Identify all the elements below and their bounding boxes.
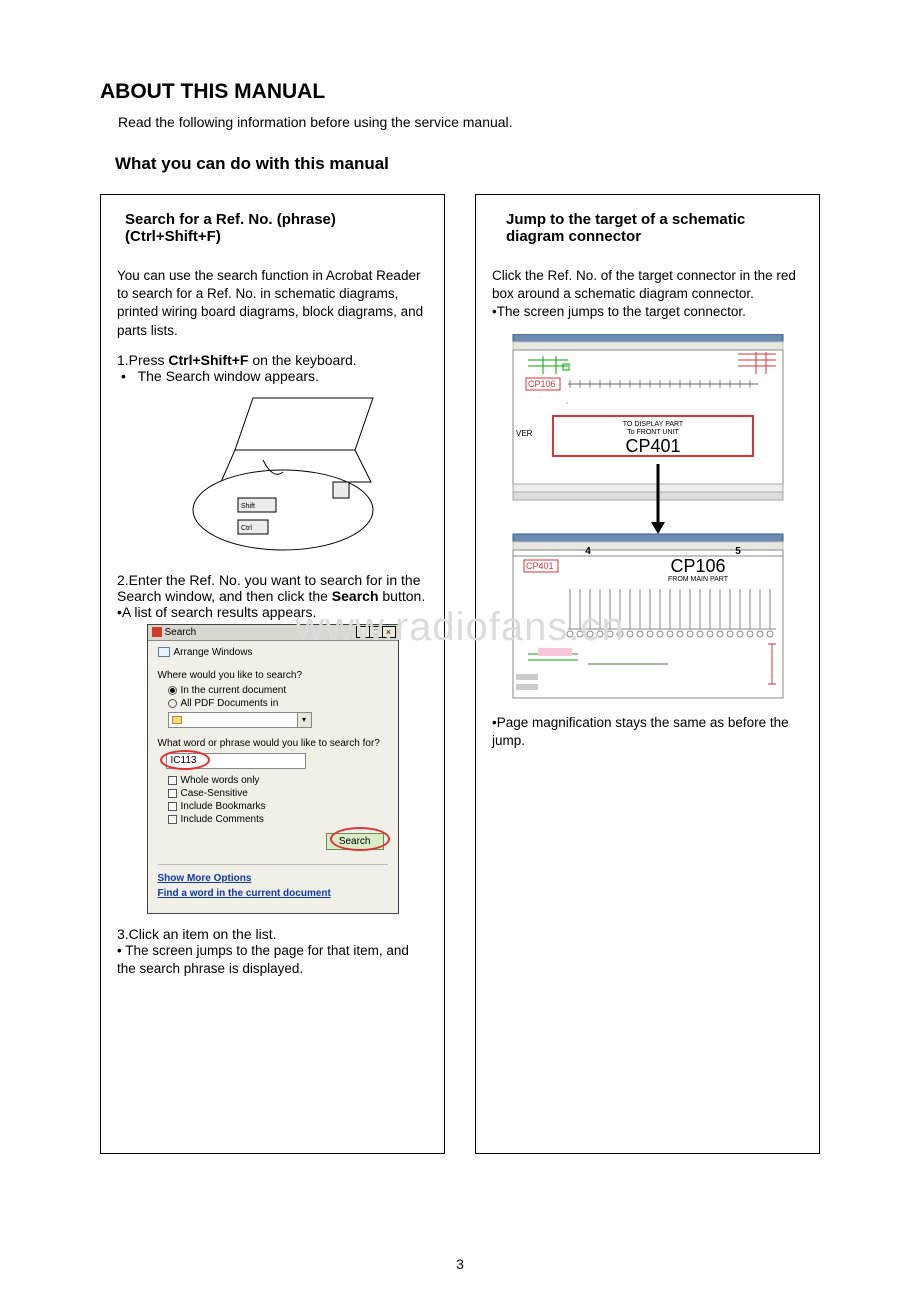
step3-line2: • The screen jumps to the page for that …: [117, 942, 428, 978]
search-dialog: Search _□× Arrange Windows Where would y…: [147, 624, 399, 914]
opt-case[interactable]: Case-Sensitive: [168, 788, 388, 799]
left-desc: You can use the search function in Acrob…: [117, 267, 428, 340]
schematic-illustration: A CP106 VER TO DISPLAY PART To FR: [492, 334, 803, 704]
page-number: 3: [0, 1256, 920, 1272]
right-note: •Page magnification stays the same as be…: [492, 714, 803, 750]
ruler-4: 4: [585, 546, 591, 557]
radio-current-doc[interactable]: In the current document: [168, 685, 388, 696]
folder-select[interactable]: ▾: [168, 712, 388, 728]
dialog-title: Search: [165, 627, 197, 638]
step2-bullet: •A list of search results appears.: [117, 604, 428, 620]
opt-comments[interactable]: Include Comments: [168, 814, 388, 825]
step2-bold: Search: [332, 588, 379, 604]
where-label: Where would you like to search?: [158, 670, 388, 681]
cp106-big: CP106: [670, 556, 725, 576]
link-find-word[interactable]: Find a word in the current document: [158, 888, 388, 899]
page-title: ABOUT THIS MANUAL: [100, 80, 820, 104]
close-button[interactable]: ×: [382, 626, 396, 638]
link-more-options[interactable]: Show More Options: [158, 873, 388, 884]
left-panel: Search for a Ref. No. (phrase) (Ctrl+Shi…: [100, 194, 445, 1154]
to-front-label: To FRONT UNIT: [627, 429, 679, 436]
what-label: What word or phrase would you like to se…: [158, 738, 388, 749]
folder-icon: [172, 716, 182, 724]
right-panel-title: Jump to the target of a schematic diagra…: [492, 211, 803, 245]
intro-text: Read the following information before us…: [118, 114, 820, 130]
cp106-badge: CP106: [528, 379, 556, 389]
right-desc1: Click the Ref. No. of the target connect…: [492, 267, 803, 303]
step2: 2.Enter the Ref. No. you want to search …: [117, 572, 428, 604]
step1-bold: Ctrl+Shift+F: [168, 352, 248, 368]
opt-whole-words[interactable]: Whole words only: [168, 775, 388, 786]
svg-text:A: A: [565, 402, 569, 404]
cp401-badge: CP401: [526, 561, 554, 571]
minimize-button[interactable]: _: [356, 626, 370, 638]
step1-post: on the keyboard.: [248, 352, 356, 368]
opt-bookmarks[interactable]: Include Bookmarks: [168, 801, 388, 812]
shift-key-label: Shift: [241, 503, 255, 510]
radio-icon: [168, 686, 177, 695]
step1: 1.Press Ctrl+Shift+F on the keyboard.: [117, 352, 428, 368]
radio-all-pdf[interactable]: All PDF Documents in: [168, 698, 388, 709]
dropdown-button[interactable]: ▾: [298, 712, 312, 728]
laptop-illustration: Shift Ctrl: [117, 390, 428, 560]
ruler-5: 5: [735, 546, 741, 557]
highlight-ellipse: [160, 750, 210, 770]
right-desc2: •The screen jumps to the target connecto…: [492, 303, 803, 321]
to-display-label: TO DISPLAY PART: [622, 421, 683, 428]
step1-pre: 1.Press: [117, 352, 168, 368]
arrange-windows[interactable]: Arrange Windows: [158, 647, 388, 658]
dialog-titlebar: Search _□×: [148, 625, 398, 641]
cp401-big: CP401: [625, 436, 680, 456]
highlight-ellipse: [330, 827, 390, 851]
from-main-label: FROM MAIN PART: [667, 576, 728, 583]
ver-label: VER: [516, 429, 533, 438]
step3-line1: 3.Click an item on the list.: [117, 926, 428, 942]
subtitle: What you can do with this manual: [115, 154, 820, 174]
maximize-button[interactable]: □: [369, 626, 383, 638]
step1-bullet: • The Search window appears.: [121, 368, 428, 384]
windows-icon: [158, 647, 170, 657]
left-panel-title: Search for a Ref. No. (phrase) (Ctrl+Shi…: [117, 211, 428, 245]
ctrl-key-label: Ctrl: [241, 525, 252, 532]
step2-post: button.: [379, 588, 426, 604]
right-panel: Jump to the target of a schematic diagra…: [475, 194, 820, 1154]
adobe-icon: [152, 627, 162, 637]
radio-icon: [168, 699, 177, 708]
